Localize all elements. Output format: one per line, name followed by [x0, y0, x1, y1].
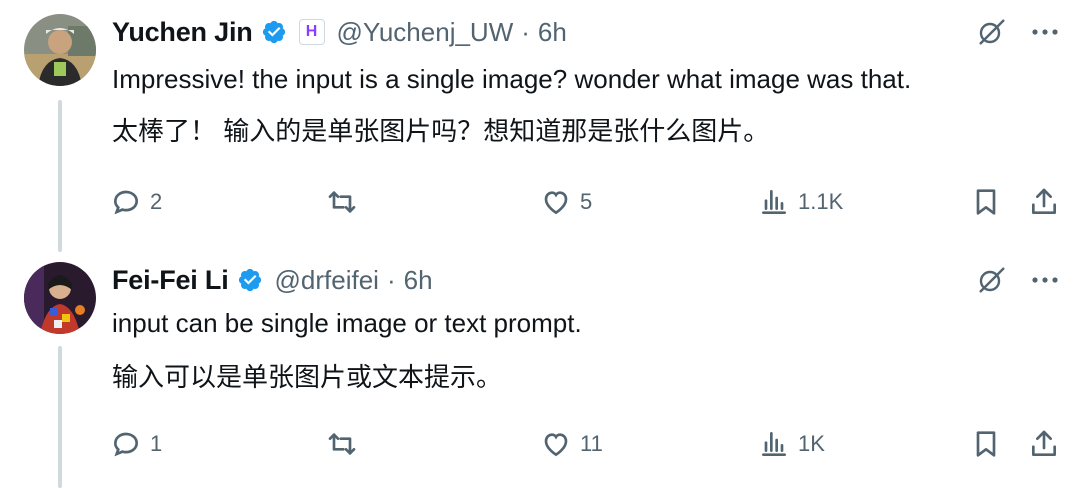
avatar-feifei[interactable]	[24, 262, 96, 334]
like-count: 5	[580, 189, 593, 214]
reply-icon	[113, 432, 139, 457]
tweet-header: Fei-Fei Li @drfeifei · 6h	[112, 262, 433, 298]
separator-dot: ·	[521, 16, 530, 47]
share-button[interactable]	[1028, 186, 1060, 218]
grok-icon[interactable]	[976, 16, 1008, 48]
bookmark-button[interactable]	[970, 186, 1002, 218]
separator-dot: ·	[386, 264, 396, 295]
author-name[interactable]: Fei-Fei Li	[112, 265, 229, 296]
share-button[interactable]	[1028, 428, 1060, 460]
retweet-button[interactable]	[326, 186, 358, 218]
tweet-text-en: Impressive! the input is a single image?…	[112, 64, 912, 94]
views-count: 1.1K	[798, 189, 844, 214]
verified-icon	[237, 267, 263, 293]
timestamp[interactable]: 6h	[538, 17, 567, 48]
tweet-feifei[interactable]: Fei-Fei Li @drfeifei · 6h input can be s…	[0, 250, 1080, 488]
tweet-text-zh: 输入可以是单张图片或文本提示。	[112, 362, 503, 392]
grok-icon[interactable]	[976, 264, 1008, 296]
like-icon	[544, 433, 568, 457]
tweet-yuchen[interactable]: Yuchen Jin H @Yuchenj_UW · 6h Impressive…	[0, 0, 1080, 250]
tweet-actions: 2 5 1.1K	[100, 182, 1070, 226]
like-count: 11	[580, 431, 603, 456]
author-name[interactable]: Yuchen Jin	[112, 17, 253, 48]
author-handle[interactable]: @drfeifei	[275, 265, 379, 296]
share-icon	[1032, 188, 1056, 214]
tweet-header: Yuchen Jin H @Yuchenj_UW · 6h	[112, 14, 567, 50]
tweet-text-en: input can be single image or text prompt…	[112, 308, 582, 338]
verified-icon	[261, 19, 287, 45]
tweet-text-zh: 太棒了！ 输入的是单张图片吗？想知道那是张什么图片。	[112, 116, 770, 146]
views-icon	[762, 432, 786, 456]
reply-icon	[113, 190, 139, 215]
tweet-top-actions	[976, 16, 1060, 48]
reply-count: 2	[150, 189, 163, 214]
timestamp[interactable]: 6h	[404, 265, 433, 296]
bookmark-icon	[976, 189, 996, 215]
share-icon	[1032, 430, 1056, 456]
tweet-actions: 1 11 1K	[100, 424, 1070, 468]
views-button[interactable]: 1.1K	[758, 186, 843, 218]
like-button[interactable]: 11	[540, 428, 603, 460]
reply-button[interactable]: 2	[110, 186, 162, 218]
retweet-icon	[328, 191, 356, 213]
more-icon[interactable]	[1030, 17, 1060, 47]
more-icon[interactable]	[1030, 265, 1060, 295]
like-button[interactable]: 5	[540, 186, 592, 218]
reply-button[interactable]: 1	[110, 428, 162, 460]
views-count: 1K	[798, 431, 825, 456]
views-icon	[762, 190, 786, 214]
affiliate-badge-icon[interactable]: H	[298, 19, 325, 45]
reply-count: 1	[150, 431, 163, 456]
avatar-yuchen[interactable]	[24, 14, 96, 86]
retweet-icon	[328, 433, 356, 455]
retweet-button[interactable]	[326, 428, 358, 460]
author-handle[interactable]: @Yuchenj_UW	[337, 17, 514, 48]
tweet-top-actions	[976, 264, 1060, 296]
views-button[interactable]: 1K	[758, 428, 825, 460]
like-icon	[544, 191, 568, 215]
bookmark-icon	[976, 431, 996, 457]
bookmark-button[interactable]	[970, 428, 1002, 460]
